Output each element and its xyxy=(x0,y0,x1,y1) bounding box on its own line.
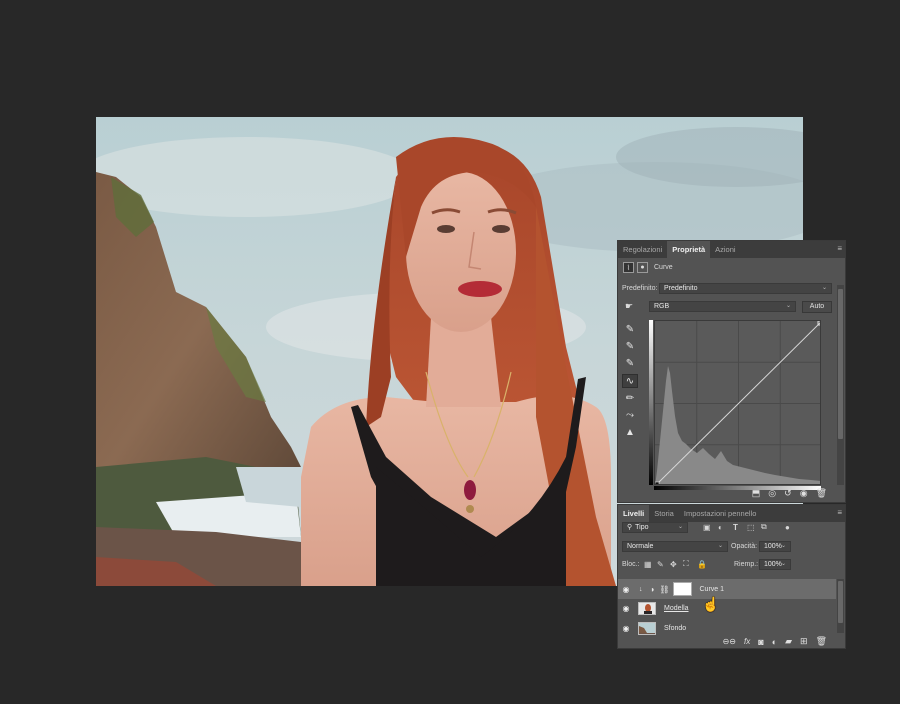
layer-row-curve-1[interactable]: ◉ ↓ ◑ ⛓ Curve 1 xyxy=(618,579,836,599)
lock-transparent-icon[interactable]: ▦ xyxy=(644,560,652,569)
output-gradient-bar xyxy=(649,320,653,485)
channel-dropdown[interactable]: RGB ⌄ xyxy=(649,301,796,312)
opacity-label: Opacità: xyxy=(731,542,758,550)
lock-all-icon[interactable]: 🔒 xyxy=(697,560,707,569)
hand-cursor-icon: ☝ xyxy=(702,596,720,612)
reset-icon[interactable]: ↺ xyxy=(784,488,792,499)
pencil-draw-curve-icon[interactable]: ✏ xyxy=(622,391,638,405)
filter-toggle-icon[interactable]: ● xyxy=(785,523,790,532)
layer-name[interactable]: Sfondo xyxy=(664,625,686,632)
tab-storia[interactable]: Storia xyxy=(649,505,679,522)
tab-impostazioni-pennello[interactable]: Impostazioni pennello xyxy=(679,505,762,522)
adjustment-title: Curve xyxy=(654,264,673,271)
view-previous-state-icon[interactable]: ◎ xyxy=(768,488,776,499)
lock-artboard-icon[interactable]: ⛶ xyxy=(683,559,689,569)
filter-shape-icon[interactable]: ⬚ xyxy=(747,523,755,532)
clip-to-layer-icon[interactable]: ⬒ xyxy=(752,488,761,499)
smooth-curve-icon[interactable]: ⤳ xyxy=(622,408,638,422)
fill-field[interactable]: 100% ⌄ xyxy=(759,558,791,570)
visibility-eye-icon[interactable]: ◉ xyxy=(618,604,634,613)
visibility-eye-icon[interactable]: ◉ xyxy=(618,585,634,594)
adjustment-header: ⌇ ● Curve xyxy=(618,262,845,273)
delete-trash-icon[interactable]: 🗑 xyxy=(816,636,827,647)
lock-position-icon[interactable]: ✥ xyxy=(670,560,677,569)
black-point-eyedropper-icon[interactable]: ✎ xyxy=(622,322,638,336)
panel-menu-icon[interactable]: ≡ xyxy=(837,509,842,517)
filter-kind-value: Tipo xyxy=(635,523,649,531)
layer-thumbnail xyxy=(638,621,656,635)
curves-histogram xyxy=(655,321,820,484)
chevron-down-icon: ⌄ xyxy=(785,303,791,309)
layer-name[interactable]: Modella xyxy=(664,605,689,612)
fill-label: Riemp.: xyxy=(734,560,759,568)
clipping-warning-icon[interactable]: ▲ xyxy=(622,425,638,439)
layer-row-sfondo[interactable]: ◉ Sfondo xyxy=(618,618,836,638)
tab-proprieta[interactable]: Proprietà xyxy=(667,241,711,258)
panel-menu-icon[interactable]: ≡ xyxy=(837,245,842,253)
filter-pixel-icon[interactable]: ▣ xyxy=(703,523,711,532)
chevron-down-icon: ⌄ xyxy=(821,285,827,291)
filter-smart-object-icon[interactable]: ⧉ xyxy=(761,522,767,532)
on-image-adjust-icon[interactable]: ☛ xyxy=(625,301,633,312)
visibility-eye-icon[interactable]: ◉ xyxy=(618,624,634,633)
chevron-down-icon: ⌄ xyxy=(717,542,723,549)
properties-scrollbar[interactable] xyxy=(837,285,844,485)
clip-arrow-icon: ↓ xyxy=(639,585,643,593)
mask-link-icon[interactable]: ⛓ xyxy=(659,585,669,594)
gray-point-eyedropper-icon[interactable]: ✎ xyxy=(622,339,638,353)
preset-value: Predefinito xyxy=(664,285,698,292)
white-point-eyedropper-icon[interactable]: ✎ xyxy=(622,356,638,370)
layer-name[interactable]: Curve 1 xyxy=(700,586,725,593)
blend-mode-dropdown[interactable]: Normale ⌄ xyxy=(622,540,728,552)
fill-value: 100% xyxy=(764,560,782,568)
filter-type-icon[interactable]: T xyxy=(733,523,738,532)
channel-row: ☛ RGB ⌄ Auto xyxy=(618,300,845,313)
layer-style-fx-icon[interactable]: fx xyxy=(744,637,750,646)
chevron-down-icon: ⌄ xyxy=(780,542,786,549)
tab-azioni[interactable]: Azioni xyxy=(710,241,740,258)
layers-panel: Livelli Storia Impostazioni pennello ≡ ⚲… xyxy=(617,504,846,649)
curves-adjustment-icon: ◑ xyxy=(649,584,655,594)
filter-kind-dropdown[interactable]: ⚲ Tipo ⌄ xyxy=(622,521,688,533)
layers-tab-bar: Livelli Storia Impostazioni pennello ≡ xyxy=(618,505,845,522)
channel-value: RGB xyxy=(654,303,670,310)
layer-thumbnail xyxy=(638,601,656,615)
properties-bottom-bar: ⬒ ◎ ↺ ◉ 🗑 xyxy=(618,488,845,499)
search-icon: ⚲ xyxy=(627,524,633,531)
tab-livelli[interactable]: Livelli xyxy=(618,505,650,522)
properties-tab-bar: Regolazioni Proprietà Azioni ≡ xyxy=(618,241,845,258)
preset-dropdown[interactable]: Predefinito ⌄ xyxy=(659,283,832,294)
opacity-field[interactable]: 100% ⌄ xyxy=(759,540,791,552)
curves-graph[interactable] xyxy=(654,320,821,485)
preset-row: Predefinito: Predefinito ⌄ xyxy=(618,283,845,294)
chevron-down-icon: ⌄ xyxy=(677,523,683,530)
layer-row-modella[interactable]: ◉ Modella xyxy=(618,598,836,618)
lock-label: Bloc.: xyxy=(622,560,640,568)
layers-scrollbar[interactable] xyxy=(837,579,844,633)
curves-adjustment-icon: ⌇ xyxy=(623,262,634,273)
tab-regolazioni[interactable]: Regolazioni xyxy=(618,241,667,258)
filter-adjustment-icon[interactable]: ◐ xyxy=(718,523,723,532)
layer-mask-icon[interactable]: ● xyxy=(637,262,648,273)
new-adjustment-layer-icon[interactable]: ◐ xyxy=(772,637,777,647)
new-group-folder-icon[interactable]: ▰ xyxy=(785,636,792,647)
visibility-eye-icon[interactable]: ◉ xyxy=(800,488,808,499)
lock-image-icon[interactable]: ✎ xyxy=(657,560,664,569)
add-mask-icon[interactable]: ◙ xyxy=(758,637,763,647)
delete-trash-icon[interactable]: 🗑 xyxy=(816,488,827,499)
layer-mask-thumbnail[interactable] xyxy=(672,582,692,596)
auto-button[interactable]: Auto xyxy=(802,300,832,313)
link-layers-icon[interactable]: ⊖⊖ xyxy=(723,637,736,646)
curve-points-tool-icon[interactable]: ∿ xyxy=(622,374,638,388)
new-layer-icon[interactable]: ⊞ xyxy=(800,636,808,647)
preset-label: Predefinito: xyxy=(622,285,658,292)
blend-mode-value: Normale xyxy=(627,542,654,550)
layers-bottom-bar: ⊖⊖ fx ◙ ◐ ▰ ⊞ 🗑 xyxy=(618,636,845,647)
chevron-down-icon: ⌄ xyxy=(780,560,786,567)
opacity-value: 100% xyxy=(764,542,782,550)
properties-panel: Regolazioni Proprietà Azioni ≡ ⌇ ● Curve… xyxy=(617,240,846,503)
